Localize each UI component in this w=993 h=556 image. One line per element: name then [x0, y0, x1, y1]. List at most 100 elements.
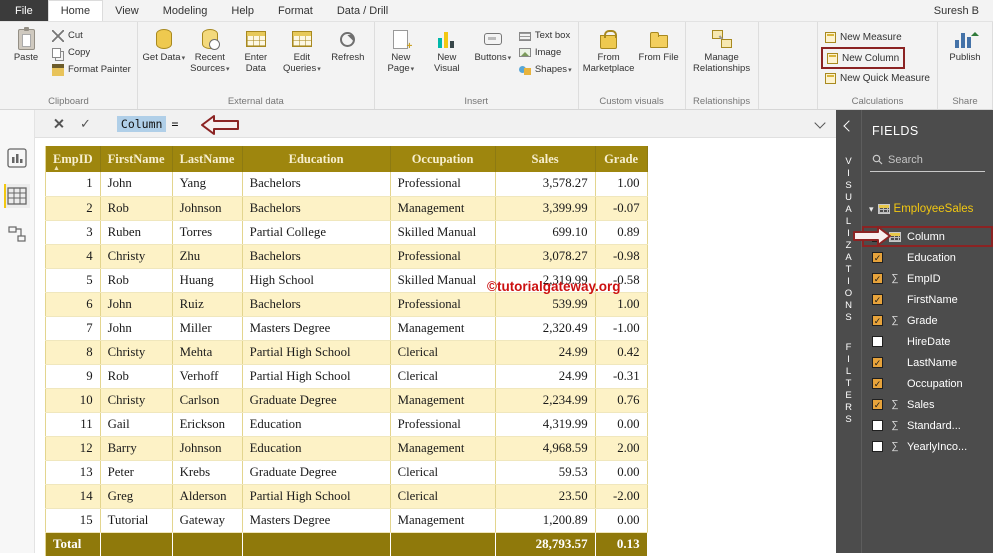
field-item-hiredate[interactable]: HireDate — [862, 331, 993, 352]
report-view-button[interactable] — [4, 146, 30, 170]
cell-occupation: Management — [390, 508, 495, 532]
column-header-firstname[interactable]: FirstName — [100, 146, 172, 172]
tab-data-drill[interactable]: Data / Drill — [325, 0, 400, 21]
new-column-button[interactable]: New Column — [821, 47, 905, 69]
field-item-firstname[interactable]: ✓FirstName — [862, 289, 993, 310]
search-input[interactable] — [888, 154, 980, 166]
column-header-lastname[interactable]: LastName — [172, 146, 242, 172]
cell-empid: 13 — [46, 460, 101, 484]
folder-icon — [650, 35, 668, 48]
sigma-icon: ∑ — [888, 273, 902, 284]
formula-expression[interactable]: Column = — [117, 116, 178, 132]
field-item-yearlyinco[interactable]: ∑YearlyInco... — [862, 436, 993, 457]
cell-lastname: Zhu — [172, 244, 242, 268]
model-view-button[interactable] — [4, 222, 30, 246]
enter-data-button[interactable]: Enter Data — [233, 24, 279, 75]
from-file-label: From File — [639, 53, 679, 64]
field-checkbox[interactable] — [872, 336, 883, 347]
cell-occupation: Clerical — [390, 484, 495, 508]
cell-lastname: Miller — [172, 316, 242, 340]
account-menu[interactable]: Suresh B — [920, 0, 993, 21]
field-checkbox[interactable]: ✓ — [872, 252, 883, 263]
dropdown-caret-icon: ▾ — [568, 66, 572, 74]
text-box-button[interactable]: Text box — [516, 27, 575, 44]
cell-education: Partial High School — [242, 484, 390, 508]
field-checkbox[interactable] — [872, 441, 883, 452]
cell-education: Partial High School — [242, 340, 390, 364]
field-item-lastname[interactable]: ✓LastName — [862, 352, 993, 373]
field-checkbox[interactable] — [872, 420, 883, 431]
sigma-icon: ∑ — [888, 420, 902, 431]
new-page-button[interactable]: New Page▾ — [378, 24, 424, 75]
field-checkbox[interactable]: ✓ — [872, 315, 883, 326]
collapse-panel-icon[interactable] — [843, 120, 854, 131]
field-checkbox[interactable]: ✓ — [872, 378, 883, 389]
tab-modeling[interactable]: Modeling — [151, 0, 220, 21]
shapes-button[interactable]: Shapes▾ — [516, 61, 575, 78]
cell-sales: 3,578.27 — [495, 172, 595, 196]
custom-visuals-group-label: Custom visuals — [582, 94, 682, 109]
refresh-button[interactable]: Refresh — [325, 24, 371, 64]
table-row-2: 2RobJohnsonBachelorsManagement3,399.99-0… — [46, 196, 648, 220]
cell-sales: 4,968.59 — [495, 436, 595, 460]
field-item-sales[interactable]: ✓∑Sales — [862, 394, 993, 415]
fields-table-row[interactable]: ▾ EmployeeSales — [862, 198, 993, 220]
publish-button[interactable]: Publish — [941, 24, 989, 64]
field-checkbox[interactable]: ✓ — [872, 294, 883, 305]
image-button[interactable]: Image — [516, 44, 575, 61]
tab-filters[interactable]: FILTERS — [843, 342, 854, 426]
from-file-button[interactable]: From File — [636, 24, 682, 64]
format-painter-button[interactable]: Format Painter — [49, 61, 134, 78]
buttons-button[interactable]: Buttons▾ — [470, 24, 516, 64]
formula-bar[interactable]: ✓ Column = — [35, 110, 836, 138]
cell-education: Bachelors — [242, 172, 390, 196]
from-marketplace-button[interactable]: From Marketplace — [582, 24, 636, 75]
cancel-formula-icon[interactable] — [53, 118, 64, 129]
copy-button[interactable]: Copy — [49, 44, 134, 61]
file-menu[interactable]: File — [0, 0, 48, 21]
expand-formula-bar-icon[interactable] — [814, 117, 825, 128]
tab-home[interactable]: Home — [48, 0, 103, 21]
annotation-arrow-right-icon — [852, 225, 892, 252]
column-header-occupation[interactable]: Occupation — [390, 146, 495, 172]
dropdown-caret-icon: ▾ — [182, 55, 186, 62]
manage-relationships-button[interactable]: Manage Relationships — [689, 24, 755, 75]
expander-icon[interactable]: ▾ — [869, 204, 874, 215]
sigma-icon: ∑ — [888, 441, 902, 452]
commit-formula-icon[interactable]: ✓ — [80, 117, 91, 130]
manage-relationships-label: Manage Relationships — [690, 53, 754, 75]
fields-search[interactable] — [870, 148, 985, 172]
table-row-9: 9RobVerhoffPartial High SchoolClerical24… — [46, 364, 648, 388]
field-item-occupation[interactable]: ✓Occupation — [862, 373, 993, 394]
measure-icon — [825, 32, 836, 43]
data-view-button[interactable] — [4, 184, 30, 208]
column-header-empid[interactable]: EmpID▲ — [46, 146, 101, 172]
edit-queries-button[interactable]: Edit Queries▾ — [279, 24, 325, 75]
tab-view[interactable]: View — [103, 0, 151, 21]
table-body: 1JohnYangBachelorsProfessional3,578.271.… — [46, 172, 648, 532]
cell-sales: 2,234.99 — [495, 388, 595, 412]
tab-help[interactable]: Help — [219, 0, 266, 21]
column-header-grade[interactable]: Grade — [595, 146, 647, 172]
field-item-standard[interactable]: ∑Standard... — [862, 415, 993, 436]
cut-button[interactable]: Cut — [49, 27, 134, 44]
column-header-education[interactable]: Education — [242, 146, 390, 172]
tab-format[interactable]: Format — [266, 0, 325, 21]
field-checkbox[interactable]: ✓ — [872, 273, 883, 284]
new-visual-button[interactable]: New Visual — [424, 24, 470, 75]
new-measure-button[interactable]: New Measure — [821, 28, 906, 47]
get-data-button[interactable]: Get Data▾ — [141, 24, 187, 64]
relationships-icon — [712, 30, 732, 48]
cell-occupation: Skilled Manual — [390, 268, 495, 292]
field-checkbox[interactable]: ✓ — [872, 399, 883, 410]
annotation-arrow-left-icon — [200, 114, 240, 141]
new-quick-measure-button[interactable]: New Quick Measure — [821, 69, 934, 88]
field-item-grade[interactable]: ✓∑Grade — [862, 310, 993, 331]
column-header-sales[interactable]: Sales — [495, 146, 595, 172]
cell-sales: 24.99 — [495, 364, 595, 388]
recent-sources-button[interactable]: Recent Sources▾ — [187, 24, 233, 75]
field-label: Column — [907, 231, 945, 243]
field-item-empid[interactable]: ✓∑EmpID — [862, 268, 993, 289]
paste-button[interactable]: Paste — [3, 24, 49, 64]
field-checkbox[interactable]: ✓ — [872, 357, 883, 368]
